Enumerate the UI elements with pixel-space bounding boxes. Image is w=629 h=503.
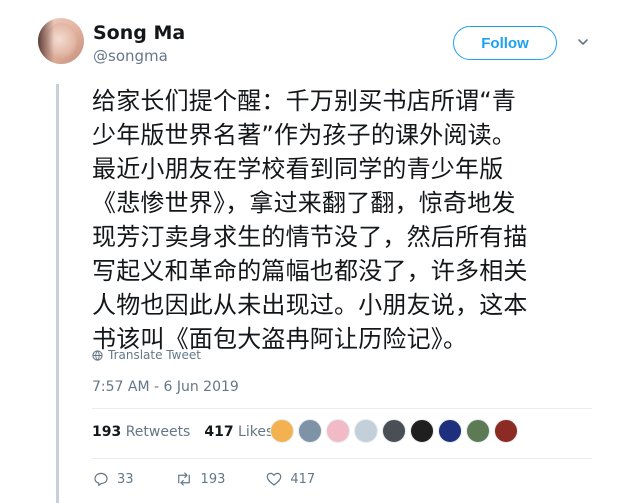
tweet-line: 少年版世界名著”作为孩子的课外阅读。 (92, 121, 517, 149)
tweet-text: 给家长们提个醒：千万别买书店所谓“青 少年版世界名著”作为孩子的课外阅读。 最近… (92, 84, 612, 356)
display-name[interactable]: Song Ma (93, 22, 185, 44)
tweet-card: Song Ma @songma Follow 给家长们提个醒：千万别买书店所谓“… (0, 0, 629, 503)
retweet-icon (177, 472, 190, 486)
retweet-count: 193 (200, 471, 226, 487)
retweets-label: Retweets (125, 424, 191, 440)
liker-avatar-icon[interactable] (438, 419, 462, 443)
liker-avatar-icon[interactable] (494, 419, 518, 443)
translate-label: Translate Tweet (108, 348, 201, 362)
liker-avatars (270, 419, 518, 443)
tweet-line: 《悲惨世界》，拿过来翻了翻，惊奇地发 (92, 189, 516, 217)
reply-count: 33 (117, 471, 134, 487)
follow-button[interactable]: Follow (453, 26, 557, 60)
likes-label: Likes (238, 424, 274, 440)
tweet-line: 最近小朋友在学校看到同学的青少年版 (92, 155, 504, 183)
engagement-stats: 193 Retweets 417 Likes (92, 424, 273, 440)
globe-icon (92, 349, 103, 361)
tweet-line: 现芳汀卖身求生的情节没了，然后所有描 (92, 223, 528, 251)
chevron-down-icon[interactable] (577, 36, 589, 48)
tweet-line: 人物也因此从未出现过。小朋友说，这本 (92, 291, 528, 319)
likes-stat[interactable]: 417 Likes (204, 424, 273, 440)
likes-count: 417 (204, 424, 234, 440)
translate-tweet-link[interactable]: Translate Tweet (92, 348, 201, 362)
liker-avatar-icon[interactable] (354, 419, 378, 443)
heart-icon (267, 472, 282, 486)
reply-button[interactable]: 33 (92, 470, 134, 488)
divider (92, 408, 592, 409)
thread-rail (56, 84, 59, 503)
like-count: 417 (290, 471, 316, 487)
reply-icon (94, 472, 108, 486)
avatar[interactable] (38, 18, 84, 64)
user-handle[interactable]: @songma (93, 47, 168, 65)
like-button[interactable]: 417 (265, 470, 315, 488)
retweet-button[interactable]: 193 (174, 470, 226, 488)
retweets-count: 193 (92, 424, 122, 440)
liker-avatar-icon[interactable] (270, 419, 294, 443)
divider (92, 458, 592, 459)
tweet-line: 给家长们提个醒：千万别买书店所谓“青 (92, 87, 517, 115)
liker-avatar-icon[interactable] (466, 419, 490, 443)
retweets-stat[interactable]: 193 Retweets (92, 424, 190, 440)
tweet-line: 写起义和革命的篇幅也都没了，许多相关 (92, 257, 528, 285)
liker-avatar-icon[interactable] (410, 419, 434, 443)
liker-avatar-icon[interactable] (326, 419, 350, 443)
liker-avatar-icon[interactable] (382, 419, 406, 443)
timestamp[interactable]: 7:57 AM - 6 Jun 2019 (92, 379, 239, 395)
action-bar: 33 193 417 (92, 470, 355, 488)
liker-avatar-icon[interactable] (298, 419, 322, 443)
